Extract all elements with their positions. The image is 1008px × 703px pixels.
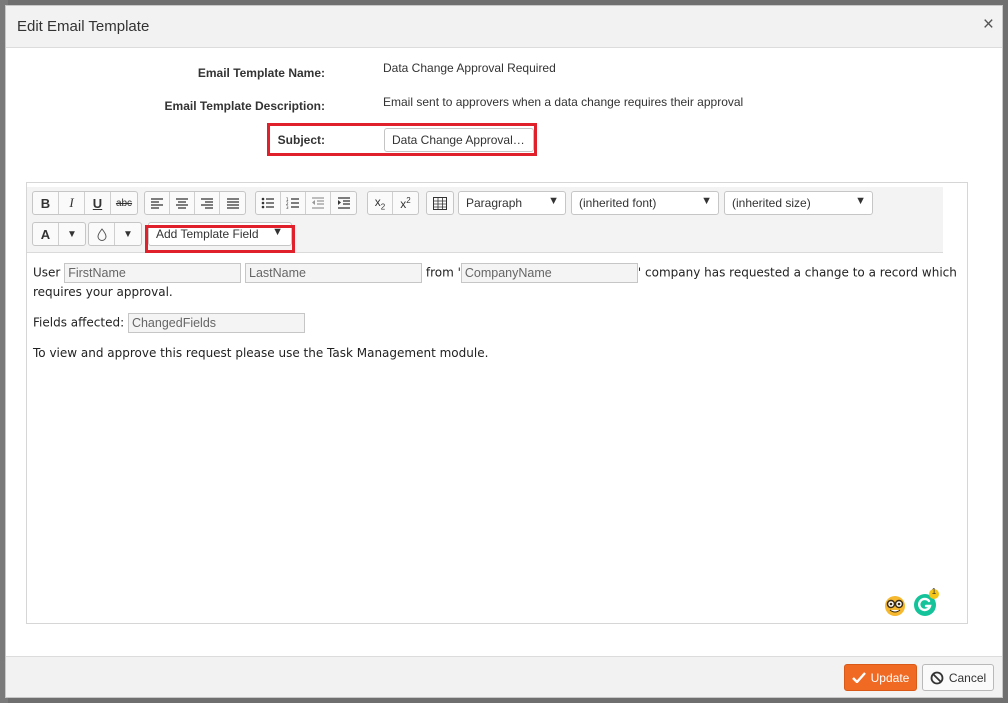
editor-toolbar: B I U abc 1 2 3 x2 x2 Paragraph ▼ (inher… (27, 187, 943, 253)
check-icon (851, 672, 866, 683)
chevron-down-icon: ▼ (548, 195, 559, 207)
content-text: from ' (425, 265, 461, 280)
underline-button[interactable]: U (85, 192, 111, 214)
svg-text:3: 3 (286, 205, 289, 209)
paragraph-select-value: Paragraph (466, 196, 523, 210)
content-paragraph-2: Fields affected: ChangedFields (33, 313, 961, 333)
template-name-label: Email Template Name: (197, 66, 325, 80)
size-select-value: (inherited size) (732, 196, 811, 210)
template-name-value: Data Change Approval Required (383, 61, 556, 75)
editor-content[interactable]: User FirstName LastName from ' CompanyNam… (33, 263, 961, 363)
chevron-down-icon: ▼ (701, 195, 712, 207)
update-button[interactable]: Update (844, 664, 917, 691)
chevron-down-icon: ▼ (855, 195, 866, 207)
template-description-label: Email Template Description: (164, 99, 325, 113)
dialog-title: Edit Email Template (17, 18, 150, 35)
template-field-changedfields[interactable]: ChangedFields (127, 313, 305, 333)
strikethrough-button[interactable]: abc (111, 192, 137, 214)
rich-text-editor: B I U abc 1 2 3 x2 x2 Paragraph ▼ (inher… (26, 182, 968, 624)
superscript-icon[interactable]: x2 (393, 192, 418, 214)
subscript-icon[interactable]: x2 (368, 192, 393, 214)
indent-icon[interactable] (331, 192, 356, 214)
list-button-group: 123 (255, 191, 357, 215)
align-button-group (144, 191, 246, 215)
size-select[interactable]: (inherited size) ▼ (724, 191, 873, 215)
align-left-icon[interactable] (145, 192, 170, 214)
cancel-button-label: Cancel (948, 670, 987, 685)
droplet-icon[interactable] (89, 223, 115, 245)
update-button-label: Update (870, 670, 910, 685)
outdent-icon[interactable] (306, 192, 331, 214)
align-center-icon[interactable] (170, 192, 195, 214)
table-button-group (426, 191, 454, 215)
font-color-button[interactable]: A (33, 223, 59, 245)
content-paragraph-3: To view and approve this request please … (33, 346, 489, 360)
content-text: User (33, 265, 61, 280)
subject-highlight-box (267, 123, 537, 156)
chevron-down-icon[interactable]: ▼ (115, 223, 141, 245)
chevron-down-icon[interactable]: ▼ (59, 223, 85, 245)
content-paragraph-1: User FirstName LastName from ' CompanyNam… (33, 263, 961, 302)
align-right-icon[interactable] (195, 192, 220, 214)
italic-button[interactable]: I (59, 192, 85, 214)
cancel-icon (930, 671, 944, 684)
dialog-titlebar: Edit Email Template × (6, 6, 1002, 48)
table-icon[interactable] (427, 192, 453, 214)
add-template-field-highlight-box (145, 225, 295, 253)
bullet-list-icon[interactable] (256, 192, 281, 214)
font-select[interactable]: (inherited font) ▼ (571, 191, 719, 215)
font-select-value: (inherited font) (579, 196, 657, 210)
align-justify-icon[interactable] (220, 192, 245, 214)
template-field-companyname[interactable]: CompanyName (460, 263, 638, 283)
numbered-list-icon[interactable]: 123 (281, 192, 306, 214)
cancel-button[interactable]: Cancel (922, 664, 994, 691)
template-field-lastname[interactable]: LastName (245, 263, 423, 283)
paragraph-select[interactable]: Paragraph ▼ (458, 191, 566, 215)
grammarly-icon[interactable]: 1 (913, 587, 941, 617)
grammarly-badge-count: 1 (931, 587, 937, 596)
close-icon[interactable]: × (983, 15, 994, 35)
dialog-footer: Update Cancel (6, 656, 1002, 697)
nerd-emoji-icon[interactable] (883, 595, 907, 617)
content-text: Fields affected: (33, 315, 125, 330)
edit-email-template-dialog: Edit Email Template × Email Template Nam… (5, 5, 1003, 698)
background-color-group: ▼ (88, 222, 142, 246)
template-description-value: Email sent to approvers when a data chan… (383, 95, 744, 109)
font-color-group: A ▼ (32, 222, 86, 246)
bold-button[interactable]: B (33, 192, 59, 214)
script-button-group: x2 x2 (367, 191, 419, 215)
format-button-group: B I U abc (32, 191, 138, 215)
template-field-firstname[interactable]: FirstName (64, 263, 242, 283)
